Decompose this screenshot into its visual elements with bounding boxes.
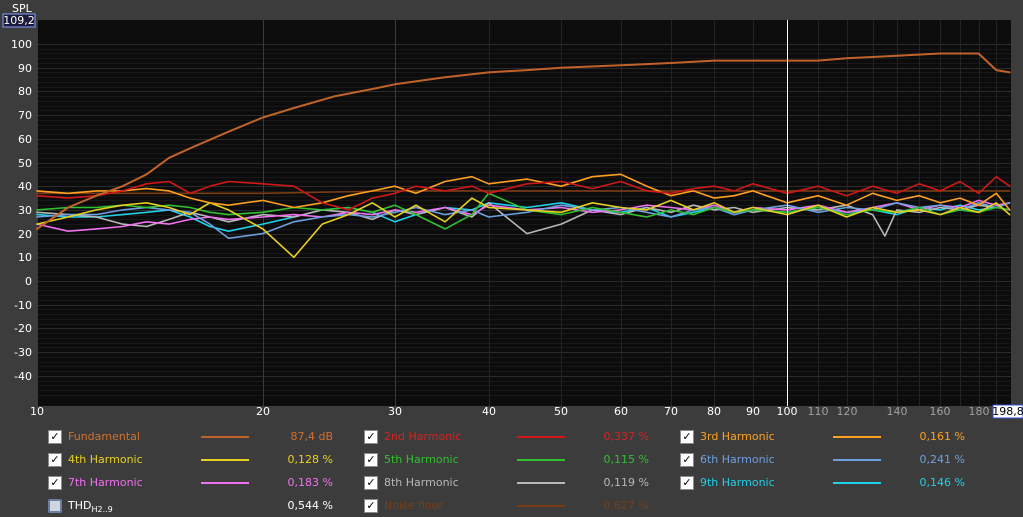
legend-swatch xyxy=(517,482,565,484)
x-tick-label: 40 xyxy=(482,405,496,418)
y-readout: 109,2 xyxy=(3,14,35,27)
legend-swatch xyxy=(833,482,881,484)
legend-label: Fundamental xyxy=(68,430,140,444)
legend-label: 8th Harmonic xyxy=(384,476,459,490)
legend-value: 0,337 % xyxy=(603,430,649,443)
legend-label-text: 6th Harmonic xyxy=(700,453,775,466)
legend-checkbox-3rd-harmonic[interactable]: ✓ xyxy=(680,430,694,444)
legend-label: 5th Harmonic xyxy=(384,453,459,467)
y-tick-label: 50 xyxy=(18,157,32,170)
x-tick-label: 100 xyxy=(777,405,798,418)
legend-label-text: 7th Harmonic xyxy=(68,476,143,489)
y-tick-label: 40 xyxy=(18,180,32,193)
legend-value: 0,115 % xyxy=(603,453,649,466)
legend-value: 0,544 % xyxy=(287,499,333,512)
x-tick-label: 110 xyxy=(808,405,829,418)
y-tick-label: 20 xyxy=(18,228,32,241)
legend-label: 7th Harmonic xyxy=(68,476,143,490)
legend-value: 0,241 % xyxy=(919,453,965,466)
spl-chart: 1009080706050403020100-10-20-30-40 10 20 3… xyxy=(0,0,1023,424)
legend-checkbox-9th-harmonic[interactable]: ✓ xyxy=(680,476,694,490)
legend-label: 9th Harmonic xyxy=(700,476,775,490)
legend-value: 87,4 dB xyxy=(290,430,333,443)
x-tick-label: 140 xyxy=(887,405,908,418)
y-tick-label: -30 xyxy=(14,346,32,359)
x-tick-label: 160 xyxy=(930,405,951,418)
legend-swatch xyxy=(517,459,565,461)
legend-label: THDH2..9 xyxy=(68,499,113,517)
y-tick-label: 70 xyxy=(18,109,32,122)
legend-swatch xyxy=(201,459,249,461)
y-tick-label: 100 xyxy=(11,38,32,51)
x-tick-label: 80 xyxy=(707,405,721,418)
legend-value: 0,128 % xyxy=(287,453,333,466)
legend-checkbox-6th-harmonic[interactable]: ✓ xyxy=(680,453,694,467)
legend-swatch xyxy=(201,482,249,484)
legend-label-text: 5th Harmonic xyxy=(384,453,459,466)
legend-label: Noise floor xyxy=(384,499,443,513)
legend-label-text: 2nd Harmonic xyxy=(384,430,462,443)
legend-label: 4th Harmonic xyxy=(68,453,143,467)
legend-checkbox-2nd-harmonic[interactable]: ✓ xyxy=(364,430,378,444)
legend-swatch xyxy=(517,436,565,438)
x-tick-label: 50 xyxy=(554,405,568,418)
x-tick-label: 20 xyxy=(256,405,270,418)
x-tick-label: 120 xyxy=(837,405,858,418)
legend-label-text: 9th Harmonic xyxy=(700,476,775,489)
legend-checkbox-4th-harmonic[interactable]: ✓ xyxy=(48,453,62,467)
legend-checkbox-7th-harmonic[interactable]: ✓ xyxy=(48,476,62,490)
legend-value: 0,183 % xyxy=(287,476,333,489)
legend-checkbox-5th-harmonic[interactable]: ✓ xyxy=(364,453,378,467)
legend-value: 0,119 % xyxy=(603,476,649,489)
y-tick-label: 30 xyxy=(18,204,32,217)
legend-label-text: 3rd Harmonic xyxy=(700,430,775,443)
legend-label: 6th Harmonic xyxy=(700,453,775,467)
legend-label-text: THD xyxy=(68,499,92,512)
legend-label-text: 8th Harmonic xyxy=(384,476,459,489)
y-tick-label: -40 xyxy=(14,370,32,383)
y-tick-label: 90 xyxy=(18,62,32,75)
legend-label-text: Fundamental xyxy=(68,430,140,443)
y-tick-label: -20 xyxy=(14,322,32,335)
y-tick-label: 10 xyxy=(18,251,32,264)
y-tick-label: 80 xyxy=(18,85,32,98)
x-tick-label: 30 xyxy=(388,405,402,418)
x-tick-label: 60 xyxy=(614,405,628,418)
legend-value: 0,627 % xyxy=(603,499,649,512)
legend-label: 2nd Harmonic xyxy=(384,430,461,444)
legend-label-text: Noise floor xyxy=(384,499,443,512)
legend: ✓ Fundamental 87,4 dB ✓ 2nd Harmonic 0,337 % ✓… xyxy=(0,424,1023,516)
x-readout: 198,8 xyxy=(992,405,1023,418)
legend-checkbox-fundamental[interactable]: ✓ xyxy=(48,430,62,444)
y-tick-label: -10 xyxy=(14,299,32,312)
y-tick-label: 60 xyxy=(18,133,32,146)
y-tick-label: 0 xyxy=(25,275,32,288)
x-tick-label: 70 xyxy=(664,405,678,418)
legend-swatch xyxy=(833,436,881,438)
legend-checkbox-noise-floor[interactable]: ✓ xyxy=(364,499,378,513)
x-tick-label: 90 xyxy=(746,405,760,418)
x-tick-label: 180 xyxy=(969,405,990,418)
legend-label-subscript: H2..9 xyxy=(91,505,113,514)
legend-label: 3rd Harmonic xyxy=(700,430,775,444)
legend-checkbox-8th-harmonic[interactable]: ✓ xyxy=(364,476,378,490)
legend-checkbox-thd[interactable] xyxy=(48,499,62,513)
legend-label-text: 4th Harmonic xyxy=(68,453,143,466)
legend-swatch xyxy=(517,505,565,507)
legend-swatch xyxy=(833,459,881,461)
x-tick-label: 10 xyxy=(30,405,44,418)
legend-swatch xyxy=(201,436,249,438)
legend-value: 0,161 % xyxy=(919,430,965,443)
legend-value: 0,146 % xyxy=(919,476,965,489)
